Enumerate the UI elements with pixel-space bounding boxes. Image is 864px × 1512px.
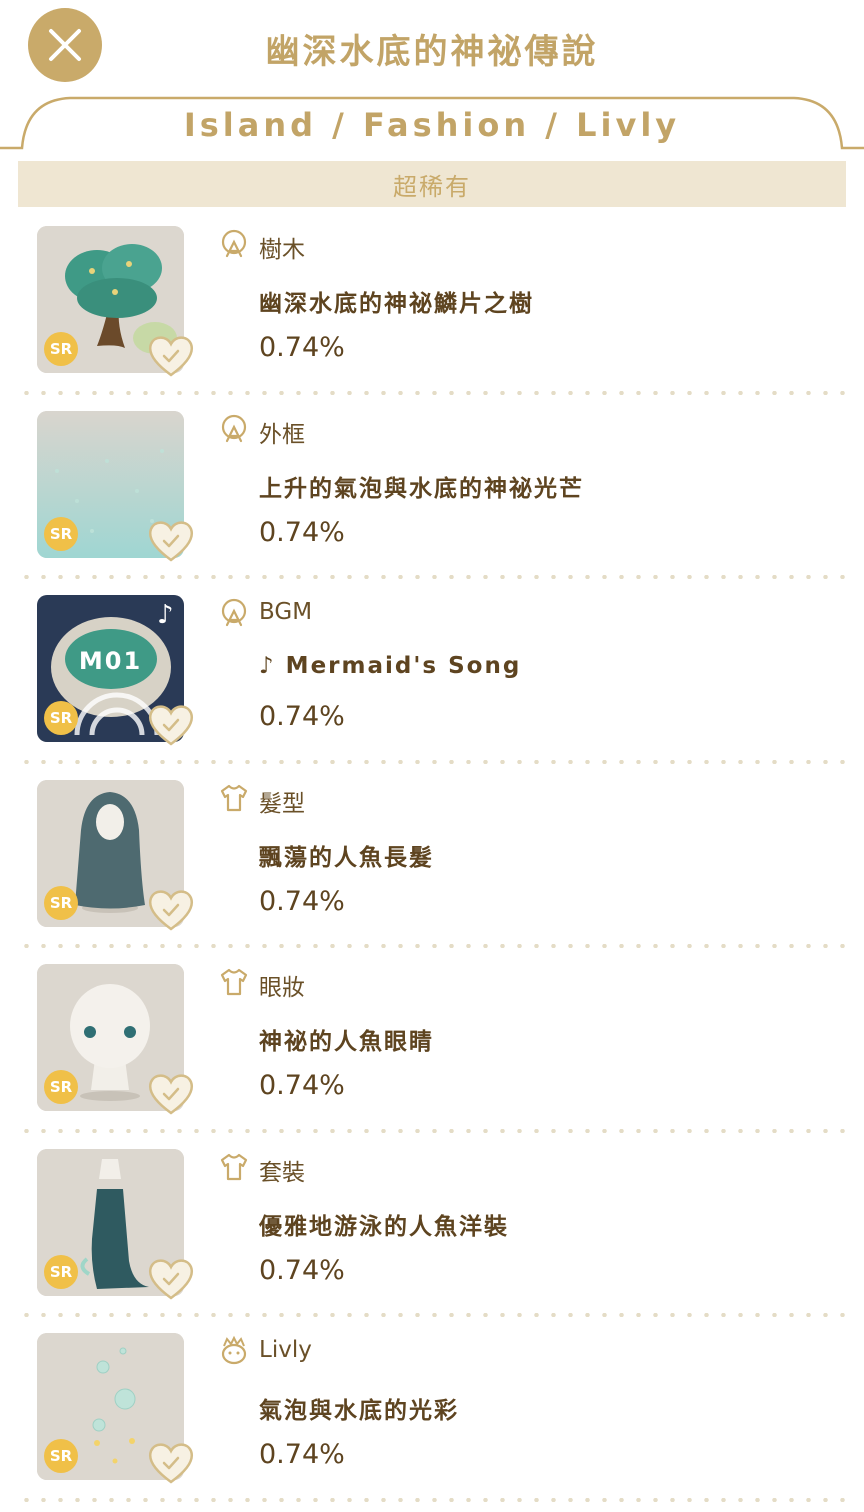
divider xyxy=(18,390,846,395)
list-item[interactable]: SR 眼妝神祕的人魚眼睛 0.74% xyxy=(0,954,864,1139)
list-item[interactable]: SR Livly 氣泡與水底的光彩 0.74% xyxy=(0,1323,864,1508)
favorite-heart-icon[interactable] xyxy=(145,884,197,934)
sr-badge: SR xyxy=(44,516,78,551)
item-rate: 0.74% xyxy=(259,701,345,732)
island-icon xyxy=(218,597,250,629)
list-item[interactable]: SR 樹木幽深水底的神祕鱗片之樹 0.74% xyxy=(0,216,864,401)
item-name: 上升的氣泡與水底的神祕光芒 xyxy=(259,475,584,502)
item-category: 眼妝 xyxy=(259,975,305,1001)
sr-badge: SR xyxy=(44,1254,78,1289)
item-rate: 0.74% xyxy=(259,516,345,548)
list-item[interactable]: SR 外框上升的氣泡與水底的神祕光芒 0.74% xyxy=(0,401,864,586)
favorite-heart-icon[interactable] xyxy=(145,1068,197,1118)
item-category: 套裝 xyxy=(259,1159,305,1186)
sr-badge: SR xyxy=(44,1070,78,1104)
divider xyxy=(18,944,846,948)
item-rate: 0.74% xyxy=(259,1439,345,1470)
divider xyxy=(18,1497,846,1502)
list-item[interactable]: ♪ M01 SR BGM ♪ Mermaid's Song 0.74% xyxy=(0,585,864,770)
header: 幽深水底的神祕傳說 xyxy=(0,0,864,96)
favorite-heart-icon[interactable] xyxy=(145,1437,197,1487)
item-list: SR 樹木幽深水底的神祕鱗片之樹 0.74% SR 外框上升的氣泡與水底的神祕光芒 0.7… xyxy=(0,216,864,1508)
item-category: Livly xyxy=(259,1337,312,1363)
item-category: 外框 xyxy=(259,421,305,448)
item-name: 神祕的人魚眼睛 xyxy=(259,1029,434,1055)
sr-badge: SR xyxy=(44,885,78,920)
item-category: 樹木 xyxy=(259,237,305,263)
shirt-icon xyxy=(218,782,250,814)
svg-text:♪: ♪ xyxy=(157,600,174,630)
favorite-heart-icon[interactable] xyxy=(145,515,197,565)
bgm-label: M01 xyxy=(78,647,143,675)
list-item[interactable]: SR 套裝優雅地游泳的人魚洋裝 0.74% xyxy=(0,1139,864,1324)
rarity-header: 超稀有 xyxy=(18,161,846,207)
favorite-heart-icon[interactable] xyxy=(145,699,197,749)
livly-icon xyxy=(218,1335,250,1367)
item-category: BGM xyxy=(259,599,313,625)
divider xyxy=(18,1313,846,1317)
favorite-heart-icon[interactable] xyxy=(145,1253,197,1303)
divider xyxy=(18,1128,846,1133)
item-name: 優雅地游泳的人魚洋裝 xyxy=(259,1213,509,1240)
item-rate: 0.74% xyxy=(259,1254,345,1286)
page-title: 幽深水底的神祕傳說 xyxy=(265,32,599,72)
item-rate: 0.74% xyxy=(259,332,345,363)
item-name: ♪ Mermaid's Song xyxy=(259,653,522,679)
shirt-icon xyxy=(218,966,250,998)
item-name: 飄蕩的人魚長髮 xyxy=(259,844,434,871)
item-name: 氣泡與水底的光彩 xyxy=(259,1398,459,1424)
list-item[interactable]: SR 髮型飄蕩的人魚長髮 0.74% xyxy=(0,770,864,955)
shirt-icon xyxy=(218,1151,250,1183)
divider xyxy=(18,759,846,764)
island-icon xyxy=(218,413,250,445)
item-rate: 0.74% xyxy=(259,1070,345,1101)
divider xyxy=(18,575,846,579)
sr-badge: SR xyxy=(44,1439,78,1473)
favorite-heart-icon[interactable] xyxy=(145,330,197,380)
sr-badge: SR xyxy=(44,701,78,735)
item-rate: 0.74% xyxy=(259,885,345,917)
sr-badge: SR xyxy=(44,332,78,366)
item-name: 幽深水底的神祕鱗片之樹 xyxy=(259,291,534,317)
item-category: 髮型 xyxy=(259,790,305,817)
island-icon xyxy=(218,228,250,260)
section-subtitle: Island / Fashion / Livly xyxy=(183,106,681,144)
